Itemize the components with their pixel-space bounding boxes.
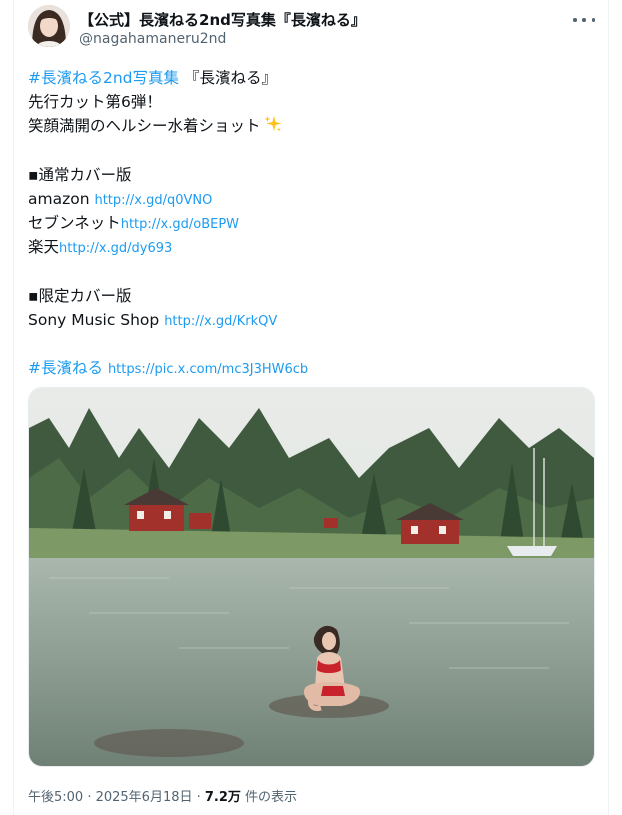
seven-net-link[interactable]: http://x.gd/oBEPW	[121, 217, 239, 232]
tweet-photo[interactable]	[28, 387, 595, 767]
amazon-link[interactable]: http://x.gd/q0VNO	[94, 193, 212, 208]
section-header: ▪通常カバー版	[28, 165, 132, 184]
store-label: セブンネット	[28, 214, 121, 233]
hashtag-link[interactable]: #長濱ねる2nd写真集	[28, 69, 179, 87]
hashtag-link[interactable]: #長濱ねる	[28, 359, 103, 377]
sparkles-emoji	[264, 116, 282, 132]
pic-link[interactable]: https://pic.x.com/mc3J3HW6cb	[108, 362, 308, 377]
section-header: ▪限定カバー版	[28, 286, 132, 305]
avatar[interactable]	[28, 5, 70, 47]
timeline-border-left	[13, 0, 14, 815]
store-label: amazon	[28, 189, 95, 208]
user-handle[interactable]: @nagahamaneru2nd	[79, 31, 226, 47]
tweet-line: 笑顔満開のヘルシー水着ショット	[28, 117, 261, 136]
timestamp[interactable]: 午後5:00 · 2025年6月18日 ·	[28, 790, 205, 805]
rakuten-link[interactable]: http://x.gd/dy693	[59, 241, 172, 256]
sony-music-link[interactable]: http://x.gd/KrkQV	[164, 314, 277, 329]
tweet-meta: 午後5:00 · 2025年6月18日 · 7.2万 件の表示	[28, 786, 297, 805]
tweet-text: #長濱ねる2nd写真集 『長濱ねる』 先行カット第6弾！ 笑顔満開のヘルシー水着…	[28, 66, 598, 380]
store-label: Sony Music Shop	[28, 310, 165, 329]
more-horizontal-icon	[573, 18, 577, 22]
view-label: 件の表示	[240, 790, 298, 805]
timeline-border-right	[608, 0, 609, 815]
more-options-button[interactable]	[573, 10, 595, 30]
tweet-line: 先行カット第6弾！	[28, 93, 162, 112]
store-label: 楽天	[28, 238, 60, 257]
view-count: 7.2万	[204, 790, 241, 805]
title-text: 『長濱ねる』	[179, 69, 277, 87]
display-name[interactable]: 【公式】長濱ねる2nd写真集『長濱ねる』	[79, 9, 366, 30]
